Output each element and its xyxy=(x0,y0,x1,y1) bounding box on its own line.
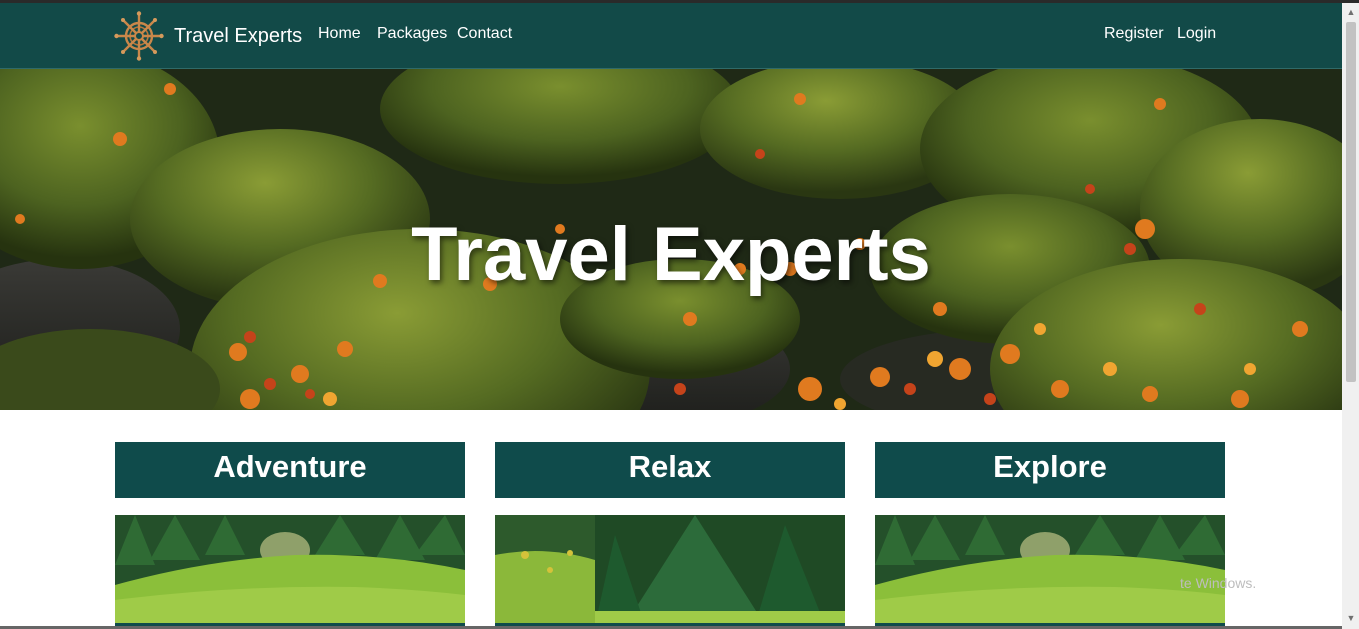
card-image-adventure[interactable] xyxy=(115,515,465,629)
brand-name: Travel Experts xyxy=(174,25,303,47)
navbar: Travel Experts Home Packages Contact Reg… xyxy=(0,3,1342,69)
card-image-explore[interactable] xyxy=(875,515,1225,629)
hero-image xyxy=(0,69,1342,410)
card-image-relax[interactable] xyxy=(495,515,845,629)
nav-link-packages[interactable]: Packages xyxy=(377,26,447,42)
card-title-adventure[interactable]: Adventure xyxy=(115,442,465,498)
ship-wheel-icon xyxy=(114,11,164,61)
nav-link-home[interactable]: Home xyxy=(318,26,361,42)
activate-windows-watermark: te Windows. xyxy=(1180,575,1257,591)
scroll-up-arrow-icon[interactable]: ▲ xyxy=(1346,6,1356,18)
nav-link-login[interactable]: Login xyxy=(1177,26,1216,42)
hero-banner: Travel Experts xyxy=(0,69,1342,410)
card-title-explore[interactable]: Explore xyxy=(875,442,1225,498)
brand-link[interactable]: Travel Experts xyxy=(114,11,302,61)
scroll-thumb[interactable] xyxy=(1346,22,1356,382)
scroll-down-arrow-icon[interactable]: ▼ xyxy=(1346,612,1356,624)
nav-link-register[interactable]: Register xyxy=(1104,26,1164,42)
nav-link-contact[interactable]: Contact xyxy=(457,26,512,42)
card-title-relax[interactable]: Relax xyxy=(495,442,845,498)
